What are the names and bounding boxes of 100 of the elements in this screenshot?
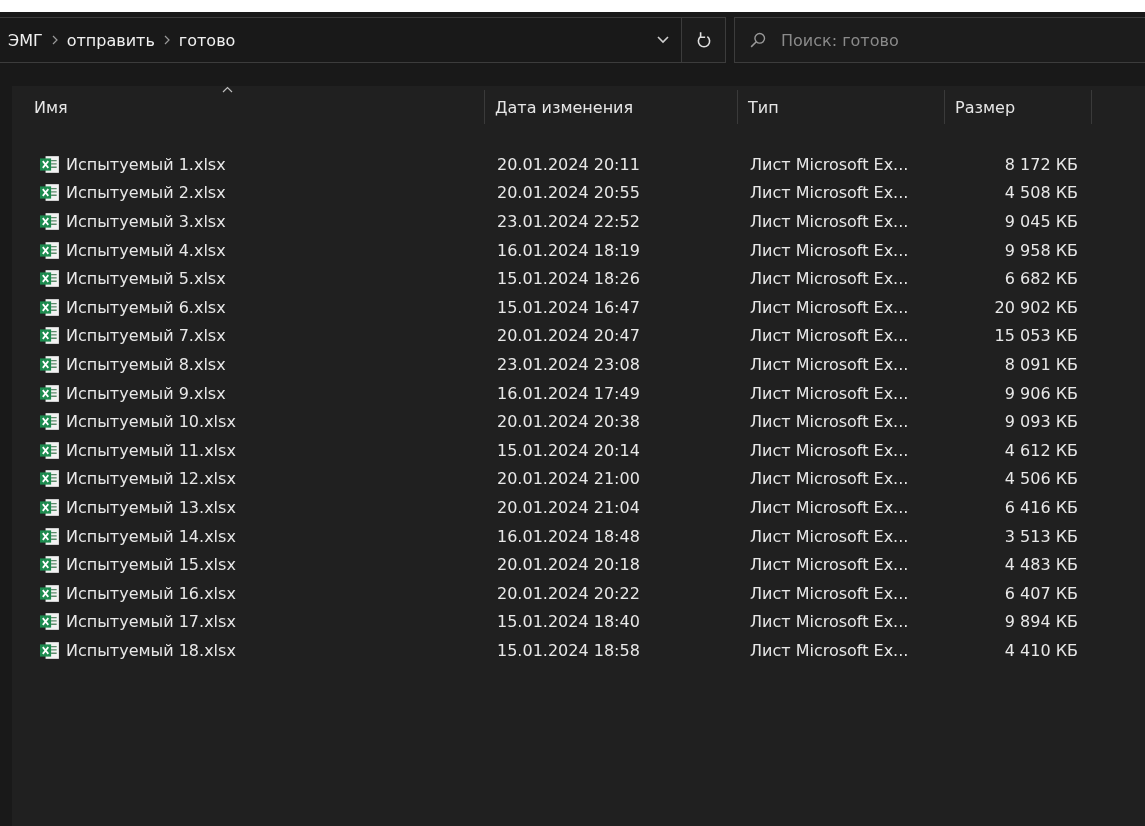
column-header[interactable]: Имя — [12, 90, 485, 124]
spreadsheet-file-icon — [40, 183, 60, 203]
file-size: 9 894 КБ — [1004, 612, 1078, 632]
file-type: Лист Microsoft Ex... — [750, 240, 909, 260]
spreadsheet-file-icon — [40, 440, 60, 460]
file-type: Лист Microsoft Ex... — [750, 269, 909, 289]
file-name[interactable]: Испытуемый 17.xlsx — [66, 612, 236, 632]
file-type: Лист Microsoft Ex... — [750, 526, 909, 546]
file-size: 3 513 КБ — [1004, 526, 1078, 546]
spreadsheet-file-icon — [40, 354, 60, 374]
file-type: Лист Microsoft Ex... — [750, 640, 909, 660]
column-header[interactable]: Тип — [738, 90, 945, 124]
file-size: 4 612 КБ — [1004, 440, 1078, 460]
file-name[interactable]: Испытуемый 3.xlsx — [66, 212, 226, 231]
file-size: 4 506 КБ — [1004, 469, 1078, 489]
spreadsheet-file-icon — [40, 326, 60, 346]
file-name[interactable]: Испытуемый 12.xlsx — [66, 469, 236, 489]
refresh-button[interactable] — [682, 17, 726, 63]
spreadsheet-file-icon — [40, 212, 60, 231]
file-type: Лист Microsoft Ex... — [750, 612, 909, 632]
file-name[interactable]: Испытуемый 1.xlsx — [66, 154, 226, 174]
file-name[interactable]: Испытуемый 18.xlsx — [66, 640, 236, 660]
refresh-icon — [695, 31, 712, 49]
date-modified: 15.01.2024 16:47 — [497, 297, 640, 317]
date-modified: 20.01.2024 20:18 — [497, 555, 640, 575]
file-type: Лист Microsoft Ex... — [750, 154, 909, 174]
sort-caret-icon — [222, 86, 233, 93]
file-size: 9 906 КБ — [1004, 383, 1078, 403]
file-type: Лист Microsoft Ex... — [750, 297, 909, 317]
file-size: 15 053 КБ — [994, 326, 1078, 346]
spreadsheet-file-icon — [40, 240, 60, 260]
file-name[interactable]: Испытуемый 13.xlsx — [66, 497, 236, 517]
date-modified: 23.01.2024 22:52 — [497, 212, 640, 231]
spreadsheet-file-icon — [40, 383, 60, 403]
column-header[interactable]: Дата изменения — [485, 90, 738, 124]
file-size: 8 091 КБ — [1004, 354, 1078, 374]
breadcrumb-item[interactable]: отправить — [66, 30, 155, 50]
chevron-icon — [162, 35, 171, 45]
date-modified: 23.01.2024 23:08 — [497, 354, 640, 374]
breadcrumb-item[interactable]: готово — [178, 30, 236, 50]
file-name[interactable]: Испытуемый 16.xlsx — [66, 583, 236, 603]
file-size: 20 902 КБ — [994, 297, 1078, 317]
file-type: Лист Microsoft Ex... — [750, 183, 909, 203]
file-size: 9 093 КБ — [1004, 412, 1078, 432]
file-name[interactable]: Испытуемый 4.xlsx — [66, 240, 226, 260]
file-name[interactable]: Испытуемый 5.xlsx — [66, 269, 226, 289]
date-modified: 20.01.2024 20:47 — [497, 326, 640, 346]
date-modified: 15.01.2024 20:14 — [497, 440, 640, 460]
spreadsheet-file-icon — [40, 297, 60, 317]
spreadsheet-file-icon — [40, 526, 60, 546]
spreadsheet-file-icon — [40, 412, 60, 432]
chevron-icon — [50, 35, 59, 45]
date-modified: 15.01.2024 18:58 — [497, 640, 640, 660]
file-type: Лист Microsoft Ex... — [750, 583, 909, 603]
date-modified: 20.01.2024 20:11 — [497, 154, 640, 174]
spreadsheet-file-icon — [40, 583, 60, 603]
date-modified: 20.01.2024 21:04 — [497, 497, 640, 517]
spreadsheet-file-icon — [40, 497, 60, 517]
dropdown-icon[interactable] — [657, 36, 669, 44]
search-field[interactable]: Поиск: готово — [734, 17, 1145, 63]
file-size: 4 483 КБ — [1004, 555, 1078, 575]
date-modified: 16.01.2024 18:48 — [497, 526, 640, 546]
file-name[interactable]: Испытуемый 11.xlsx — [66, 440, 236, 460]
date-modified: 20.01.2024 21:00 — [497, 469, 640, 489]
date-modified: 20.01.2024 20:38 — [497, 412, 640, 432]
file-size: 6 682 КБ — [1004, 269, 1078, 289]
file-size: 6 416 КБ — [1004, 497, 1078, 517]
file-size: 9 958 КБ — [1004, 240, 1078, 260]
file-name[interactable]: Испытуемый 6.xlsx — [66, 297, 226, 317]
file-size: 8 172 КБ — [1004, 154, 1078, 174]
date-modified: 16.01.2024 18:19 — [497, 240, 640, 260]
file-name[interactable]: Испытуемый 8.xlsx — [66, 354, 226, 374]
date-modified: 16.01.2024 17:49 — [497, 383, 640, 403]
file-type: Лист Microsoft Ex... — [750, 412, 909, 432]
file-name[interactable]: Испытуемый 9.xlsx — [66, 383, 226, 403]
file-name[interactable]: Испытуемый 15.xlsx — [66, 555, 236, 575]
file-size: 4 410 КБ — [1004, 640, 1078, 660]
date-modified: 15.01.2024 18:40 — [497, 612, 640, 632]
file-type: Лист Microsoft Ex... — [750, 212, 909, 231]
file-name[interactable]: Испытуемый 14.xlsx — [66, 526, 236, 546]
file-size: 9 045 КБ — [1004, 212, 1078, 231]
spreadsheet-file-icon — [40, 640, 60, 660]
file-name[interactable]: Испытуемый 10.xlsx — [66, 412, 236, 432]
file-type: Лист Microsoft Ex... — [750, 469, 909, 489]
breadcrumb-item[interactable]: ЭМГ — [8, 30, 43, 50]
file-type: Лист Microsoft Ex... — [750, 383, 909, 403]
file-type: Лист Microsoft Ex... — [750, 440, 909, 460]
spreadsheet-file-icon — [40, 612, 60, 632]
file-type: Лист Microsoft Ex... — [750, 497, 909, 517]
file-size: 6 407 КБ — [1004, 583, 1078, 603]
file-type: Лист Microsoft Ex... — [750, 555, 909, 575]
address-bar[interactable]: ЭМГ отправить готово — [0, 17, 682, 63]
file-name[interactable]: Испытуемый 7.xlsx — [66, 326, 226, 346]
file-type: Лист Microsoft Ex... — [750, 326, 909, 346]
date-modified: 20.01.2024 20:55 — [497, 183, 640, 203]
spreadsheet-file-icon — [40, 555, 60, 575]
spreadsheet-file-icon — [40, 269, 60, 289]
column-header[interactable]: Размер — [945, 90, 1092, 124]
date-modified: 20.01.2024 20:22 — [497, 583, 640, 603]
file-name[interactable]: Испытуемый 2.xlsx — [66, 183, 226, 203]
